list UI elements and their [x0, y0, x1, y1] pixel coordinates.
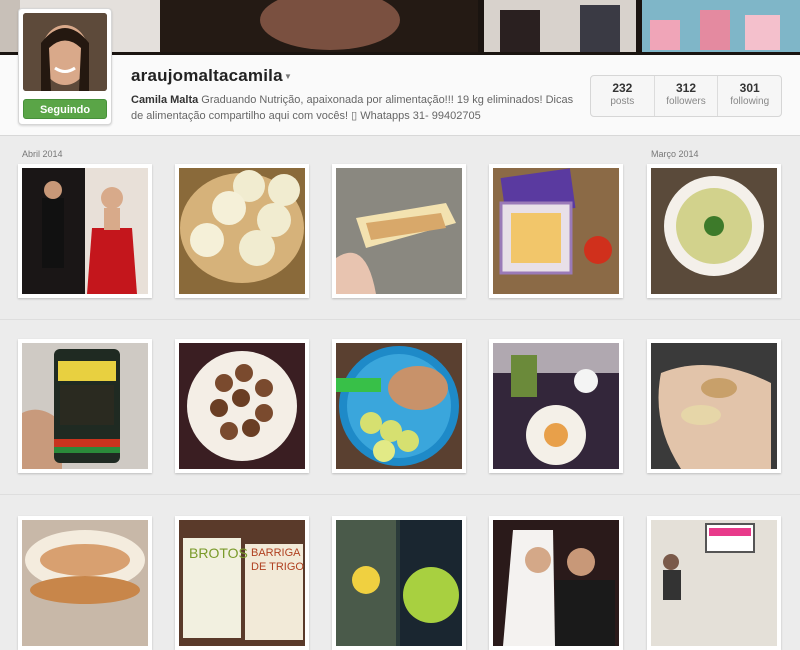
photo-tile[interactable] [18, 339, 152, 473]
profile-stats: 232 posts 312 followers 301 following [590, 75, 782, 117]
avatar-card: Seguindo [18, 8, 112, 125]
photo-tile[interactable] [489, 516, 623, 650]
month-label-april: Abril 2014 [22, 149, 63, 159]
photo-tile[interactable] [18, 164, 152, 298]
bio-name: Camila Malta [131, 94, 199, 106]
following-stat[interactable]: 301 following [718, 76, 781, 116]
row-divider [0, 494, 800, 495]
chevron-down-icon[interactable]: ▼ [284, 72, 292, 81]
posts-label: posts [610, 96, 635, 107]
photo-tile[interactable] [332, 339, 466, 473]
month-label-march: Março 2014 [651, 149, 699, 159]
svg-text:BARRIGA: BARRIGA [251, 547, 301, 559]
svg-text:DE TRIGO: DE TRIGO [251, 561, 304, 573]
photo-tile[interactable] [18, 516, 152, 650]
bio-text: Graduando Nutrição, apaixonada por alime… [131, 94, 574, 122]
photo-tile[interactable] [332, 164, 466, 298]
photo-tile[interactable] [489, 339, 623, 473]
photo-tile[interactable] [647, 516, 781, 650]
followers-label: followers [666, 96, 706, 107]
photo-tile[interactable] [332, 516, 466, 650]
posts-stat[interactable]: 232 posts [591, 76, 655, 116]
photo-tile[interactable] [489, 164, 623, 298]
posts-count: 232 [612, 81, 633, 95]
photo-tile[interactable] [175, 339, 309, 473]
row-divider [0, 319, 800, 320]
svg-text:BROTOS: BROTOS [189, 545, 248, 561]
followers-stat[interactable]: 312 followers [655, 76, 719, 116]
following-label: following [730, 96, 770, 107]
profile-bio: Camila Malta Graduando Nutrição, apaixon… [131, 92, 576, 124]
photo-tile[interactable] [647, 339, 781, 473]
followers-count: 312 [675, 81, 697, 95]
cover-images [0, 0, 800, 52]
photo-tile[interactable] [647, 164, 781, 298]
profile-username[interactable]: araujomaltacamila [131, 66, 283, 86]
photo-tile[interactable] [175, 164, 309, 298]
cover-banner [0, 0, 800, 55]
following-button[interactable]: Seguindo [23, 99, 107, 119]
following-count: 301 [739, 81, 760, 95]
avatar[interactable] [23, 13, 107, 91]
photo-tile[interactable]: BROTOS BARRIGA DE TRIGO [175, 516, 309, 650]
